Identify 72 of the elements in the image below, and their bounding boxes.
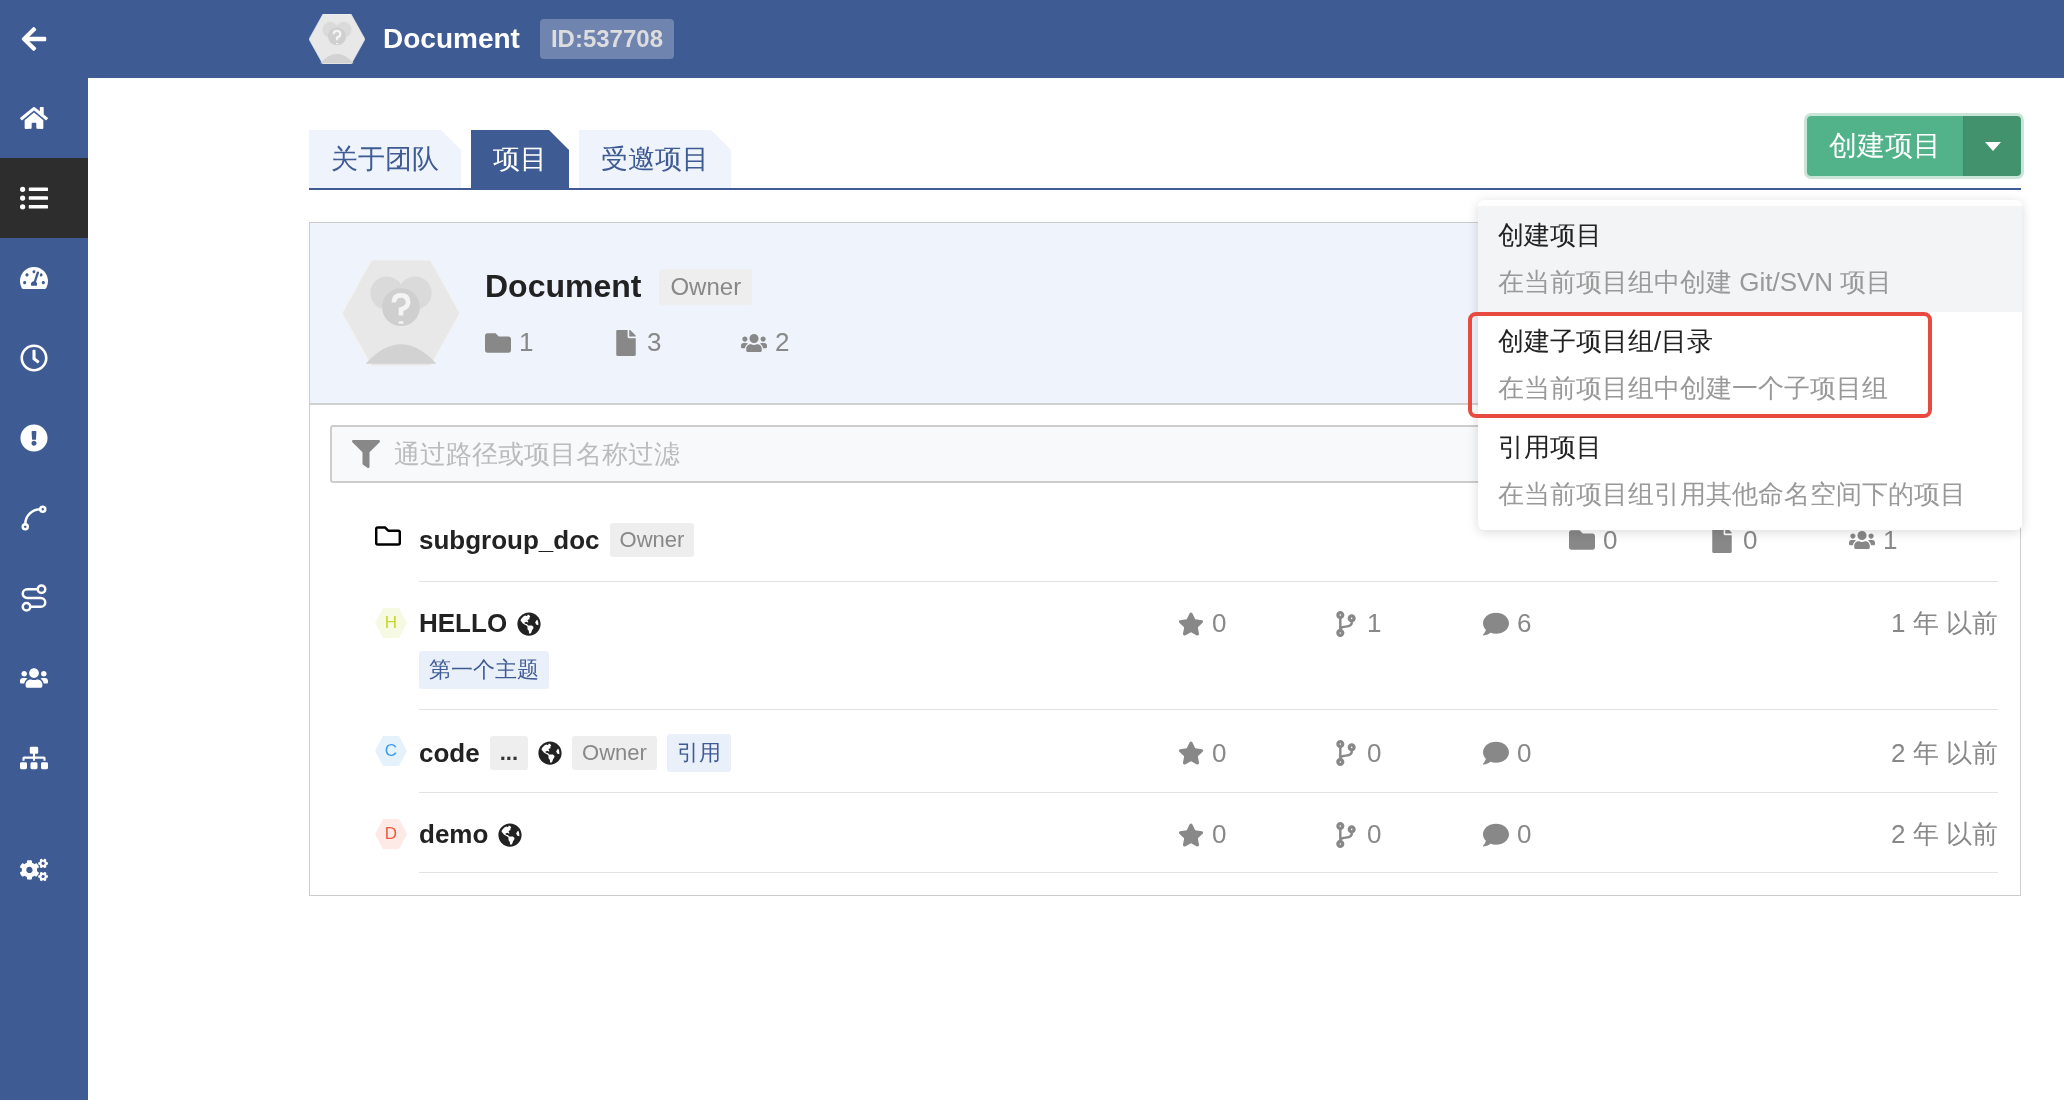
id-badge: ID:537708 [539, 19, 674, 59]
nav-button[interactable] [0, 158, 88, 238]
group-avatar [309, 13, 365, 65]
group-name[interactable]: subgroup_doc [419, 524, 600, 556]
clock-icon [20, 344, 48, 372]
settings-icon [20, 856, 48, 884]
branch-icon [1333, 610, 1359, 637]
star-icon [1178, 610, 1204, 637]
star-icon [1178, 821, 1204, 848]
reference-tag: 引用 [666, 734, 731, 772]
filter-icon [352, 440, 380, 468]
fork-count: 0 [1367, 819, 1382, 850]
topic-tag[interactable]: 第一个主题 [419, 651, 549, 689]
project-avatar: H [375, 608, 407, 638]
updated-time: 2 年 以前 [1891, 736, 1998, 770]
star-count: 0 [1212, 819, 1227, 850]
stat-count: 0 [1743, 524, 1758, 556]
project-name[interactable]: HELLO [419, 608, 508, 639]
tab[interactable]: 关于团队 [309, 130, 461, 188]
comment-icon [1483, 821, 1509, 848]
back-arrow-icon [20, 25, 48, 53]
folder-icon [1569, 527, 1595, 553]
star-count: 0 [1212, 737, 1227, 769]
dropdown-toggle-button[interactable] [1963, 116, 2021, 176]
project-name[interactable]: demo [419, 819, 489, 850]
stat-count: 1 [519, 327, 534, 358]
project-avatar: D [375, 819, 407, 849]
more-badge[interactable]: ... [489, 736, 529, 770]
folder-icon [375, 523, 401, 549]
project-avatar: C [375, 736, 407, 766]
comment-icon [1483, 610, 1509, 637]
comment-icon [1483, 740, 1509, 766]
project-name[interactable]: code [419, 737, 480, 769]
menu-item[interactable]: 创建项目 在当前项目组中创建 Git/SVN 项目 [1478, 206, 2022, 312]
group-name: Document [485, 268, 642, 305]
file-icon [613, 329, 639, 356]
file-icon [1709, 527, 1735, 553]
alert-icon [20, 424, 48, 452]
comment-count: 0 [1517, 737, 1532, 769]
role-badge: Owner [572, 736, 657, 770]
tab[interactable]: 项目 [471, 130, 569, 188]
updated-time: 1 年 以前 [1891, 607, 1998, 640]
menu-item-description: 在当前项目组中创建一个子项目组 [1498, 372, 1889, 405]
stat-count: 3 [647, 327, 662, 358]
star-count: 0 [1212, 608, 1227, 639]
menu-item-title: 创建子项目组/目录 [1498, 325, 1715, 358]
branch-curve-icon [19, 503, 49, 533]
home-icon [20, 104, 48, 132]
branch-icon [1333, 821, 1359, 848]
menu-item-title: 引用项目 [1498, 431, 1603, 464]
comment-count: 6 [1517, 608, 1532, 639]
list-icon [20, 184, 48, 212]
updated-time: 2 年 以前 [1891, 818, 1998, 851]
menu-item-description: 在当前项目组中创建 Git/SVN 项目 [1498, 266, 1894, 299]
menu-item[interactable]: 引用项目 在当前项目组引用其他命名空间下的项目 [1478, 418, 2022, 524]
group-title: Document [383, 23, 520, 55]
caret-icon [1984, 141, 2001, 151]
stat-count: 0 [1603, 524, 1618, 556]
stat-count: 2 [775, 327, 790, 358]
dashboard-icon [20, 264, 48, 292]
fork-count: 0 [1367, 737, 1382, 769]
menu-item-title: 创建项目 [1498, 219, 1603, 252]
star-icon [1178, 740, 1204, 766]
tab[interactable]: 受邀项目 [579, 130, 731, 188]
branch-icon [1333, 740, 1359, 766]
comment-count: 0 [1517, 819, 1532, 850]
sitemap-icon [20, 744, 48, 772]
route-icon [19, 583, 49, 613]
role-badge: Owner [659, 268, 753, 305]
fork-count: 1 [1367, 608, 1382, 639]
role-badge: Owner [609, 523, 695, 557]
stat-count: 1 [1883, 524, 1898, 556]
